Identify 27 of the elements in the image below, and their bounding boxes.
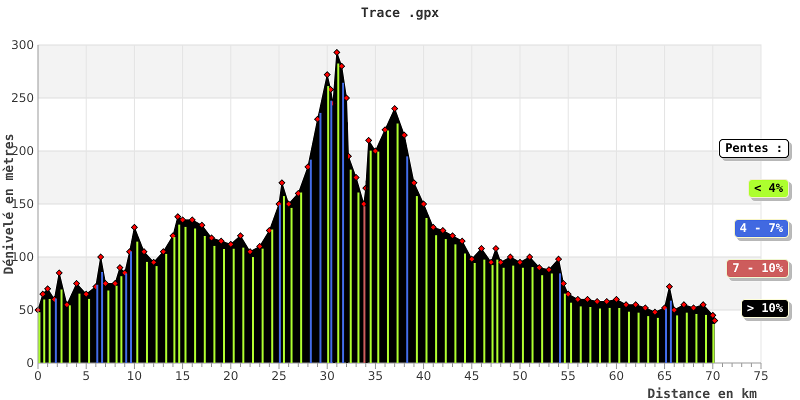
legend-badge: 4 - 7% bbox=[734, 219, 789, 238]
x-tick-label: 40 bbox=[416, 369, 432, 383]
legend-badge: > 10% bbox=[740, 299, 789, 318]
x-tick-label: 15 bbox=[174, 369, 190, 383]
x-tick-label: 70 bbox=[705, 369, 720, 383]
x-tick-label: 10 bbox=[126, 369, 142, 383]
legend-title: Pentes : bbox=[719, 139, 789, 158]
x-tick-label: 20 bbox=[223, 369, 238, 383]
y-tick-label: 50 bbox=[18, 303, 34, 317]
y-tick-label: 300 bbox=[11, 38, 34, 52]
x-axis-label: Distance en km bbox=[647, 387, 757, 400]
chart-title: Trace .gpx bbox=[360, 6, 440, 21]
x-tick-label: 55 bbox=[560, 369, 576, 383]
x-tick-label: 30 bbox=[320, 369, 335, 383]
x-tick-label: 35 bbox=[368, 369, 384, 383]
y-tick-label: 0 bbox=[26, 356, 34, 370]
x-tick-label: 5 bbox=[82, 369, 90, 383]
legend-badge: < 4% bbox=[748, 179, 789, 198]
x-tick-label: 25 bbox=[271, 369, 287, 383]
x-tick-label: 60 bbox=[608, 369, 624, 383]
legend-badge: 7 - 10% bbox=[726, 259, 789, 278]
x-tick-label: 65 bbox=[656, 369, 672, 383]
x-tick-label: 75 bbox=[753, 369, 769, 383]
x-tick-label: 0 bbox=[34, 369, 42, 383]
x-tick-label: 50 bbox=[512, 369, 528, 383]
y-tick-label: 250 bbox=[11, 91, 34, 105]
x-tick-label: 45 bbox=[464, 369, 480, 383]
